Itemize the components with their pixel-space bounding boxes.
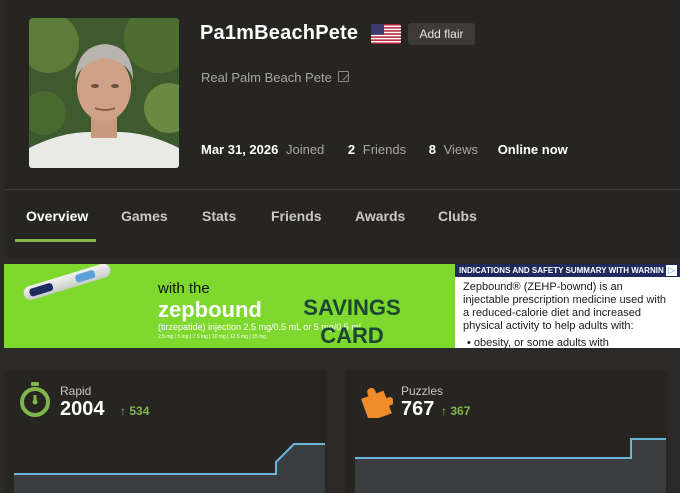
ad-banner[interactable]: with the zepbound (tirzepatide) injectio…	[4, 264, 680, 348]
friends-count[interactable]: 2	[348, 142, 355, 157]
edit-icon[interactable]	[338, 71, 349, 82]
real-name: Real Palm Beach Pete	[201, 70, 332, 85]
ad-safety-bullet-text: obesity, or some adults with	[473, 337, 609, 348]
ad-safety-header: INDICATIONS AND SAFETY SUMMARY WITH WARN…	[455, 264, 680, 277]
active-tab-indicator	[15, 239, 96, 242]
puzzles-rating-graph	[355, 438, 666, 493]
views-count: 8	[428, 142, 436, 157]
rapid-title: Rapid	[60, 384, 92, 398]
ad-savings-card: SAVINGS CARD	[292, 294, 412, 348]
joined-date: Mar 31, 2026	[201, 142, 279, 157]
ad-safety-panel[interactable]: INDICATIONS AND SAFETY SUMMARY WITH WARN…	[455, 264, 680, 348]
profile-card: Pa1mBeachPete Add flair Real Palm Beach …	[4, 0, 680, 258]
tab-clubs[interactable]: Clubs	[438, 208, 477, 224]
ad-with-text: with the	[158, 280, 210, 297]
ad-brand-logo: zepbound	[158, 297, 262, 322]
injection-pen-image	[21, 264, 113, 302]
profile-stats: Mar 31, 2026 Joined 2 Friends 8 Views On…	[201, 142, 568, 157]
rapid-delta-value: 534	[129, 404, 150, 418]
ad-dose-line: 2.5 mg | 5 mg | 7.5 mg | 10 mg | 12.5 mg…	[158, 334, 266, 340]
puzzles-rating: 767	[401, 398, 435, 420]
ad-creative[interactable]: with the zepbound (tirzepatide) injectio…	[4, 264, 455, 348]
rapid-rating-graph	[14, 443, 325, 493]
tab-overview[interactable]: Overview	[26, 208, 88, 224]
ad-savings-line1: SAVINGS	[303, 295, 401, 320]
tab-stats[interactable]: Stats	[202, 208, 236, 224]
ad-safety-bullet: • obesity, or some adults with	[467, 337, 609, 348]
puzzles-delta: ↑ 367	[441, 404, 471, 418]
username: Pa1mBeachPete	[200, 22, 359, 44]
adchoices-icon[interactable]: ▷	[666, 265, 677, 276]
puzzle-piece-icon	[361, 387, 393, 418]
puzzles-rating-card[interactable]: Puzzles 767 ↑ 367	[345, 370, 668, 493]
puzzles-title: Puzzles	[401, 384, 444, 398]
friends-label[interactable]: Friends	[363, 142, 406, 157]
avatar[interactable]	[29, 18, 179, 168]
rapid-rating: 2004	[60, 398, 105, 420]
ad-safety-text: Zepbound® (ZEHP-bownd) is an injectable …	[463, 281, 666, 332]
online-status: Online now	[497, 142, 568, 157]
views-label: Views	[443, 142, 479, 157]
stopwatch-icon	[20, 382, 50, 417]
profile-divider	[4, 189, 680, 190]
rapid-delta: ↑ 534	[120, 404, 150, 418]
tab-games[interactable]: Games	[121, 208, 168, 224]
tab-awards[interactable]: Awards	[355, 208, 405, 224]
us-flag-icon	[371, 24, 401, 44]
add-flair-button[interactable]: Add flair	[408, 23, 475, 45]
tab-friends[interactable]: Friends	[271, 208, 322, 224]
joined-label: Joined	[285, 142, 325, 157]
rapid-rating-card[interactable]: Rapid 2004 ↑ 534	[4, 370, 327, 493]
puzzles-delta-value: 367	[450, 404, 471, 418]
ad-savings-line2: CARD	[320, 323, 384, 348]
